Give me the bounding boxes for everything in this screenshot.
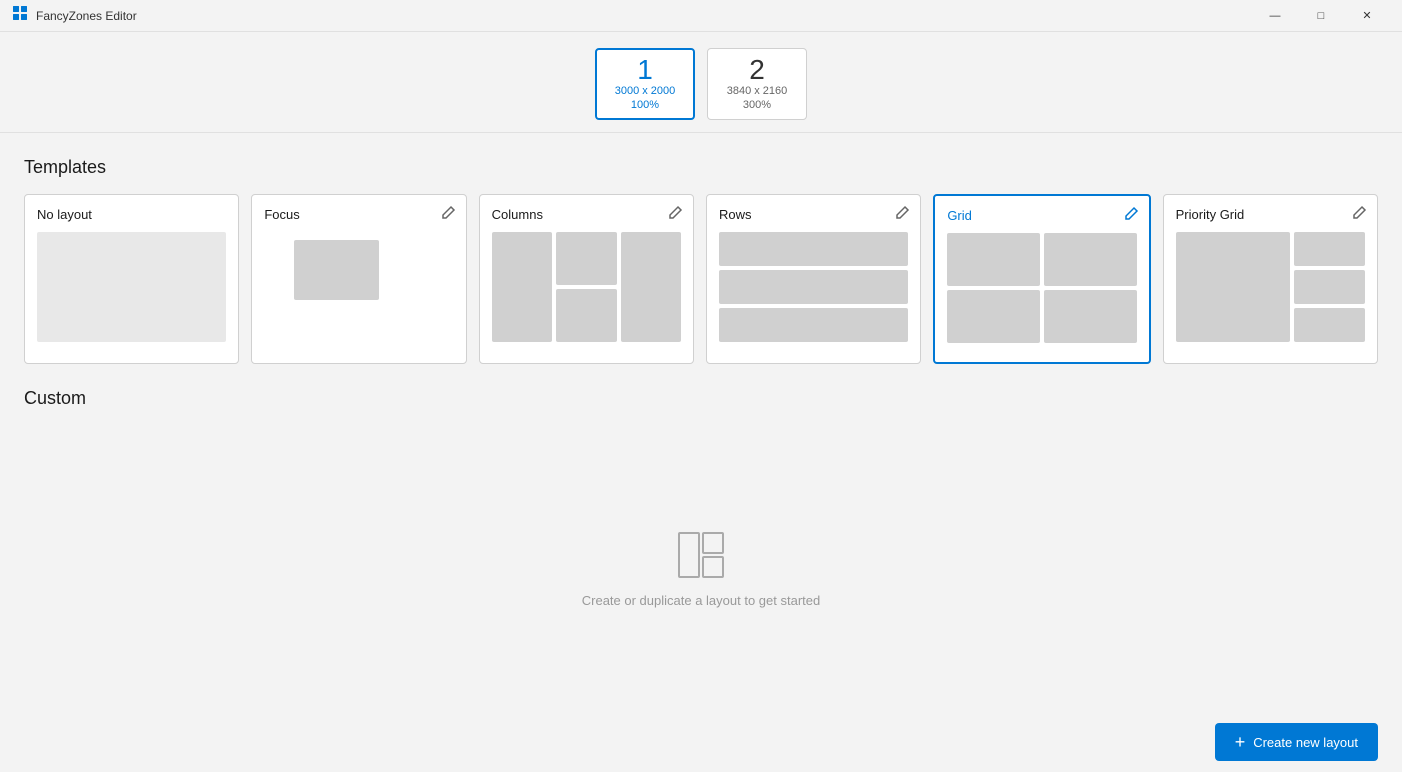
create-new-layout-button[interactable]: + Create new layout	[1215, 723, 1378, 761]
monitor-number-1: 1	[637, 56, 653, 84]
app-title: FancyZones Editor	[36, 9, 137, 23]
rows-zone-3	[719, 308, 908, 342]
columns-zone-1	[492, 232, 552, 342]
template-columns[interactable]: Columns	[479, 194, 694, 364]
templates-section: Templates No layout Focus	[24, 157, 1378, 364]
template-no-layout-preview	[37, 232, 226, 342]
templates-heading: Templates	[24, 157, 1378, 178]
maximize-button[interactable]: □	[1298, 0, 1344, 32]
focus-edit-icon[interactable]	[440, 205, 456, 221]
plus-icon: +	[1235, 733, 1246, 751]
template-focus-preview	[264, 232, 453, 342]
columns-zone-2b	[556, 289, 616, 342]
custom-empty-icon	[675, 529, 727, 581]
grid-cell-4	[1044, 290, 1137, 343]
monitor-selector: 1 3000 x 2000 100% 2 3840 x 2160 300%	[0, 32, 1402, 132]
rows-zone-2	[719, 270, 908, 304]
priority-grid-preview-area	[1176, 232, 1365, 342]
custom-empty-text: Create or duplicate a layout to get star…	[582, 593, 820, 608]
template-priority-grid[interactable]: Priority Grid	[1163, 194, 1378, 364]
window-controls: — □ ✕	[1252, 0, 1390, 32]
columns-zone-2a	[556, 232, 616, 285]
minimize-button[interactable]: —	[1252, 0, 1298, 32]
grid-cell-1	[947, 233, 1040, 286]
template-columns-title: Columns	[492, 207, 681, 222]
columns-preview-area	[492, 232, 681, 342]
custom-section: Custom Create or duplicate a layout to g…	[24, 388, 1378, 712]
template-grid-title: Grid	[947, 208, 1136, 223]
no-layout-zone	[37, 232, 226, 342]
priority-grid-cell-3	[1294, 308, 1365, 342]
template-priority-grid-preview	[1176, 232, 1365, 342]
template-grid[interactable]: Grid	[933, 194, 1150, 364]
rows-zone-1	[719, 232, 908, 266]
footer: + Create new layout	[0, 712, 1402, 772]
columns-group-2	[556, 232, 616, 342]
template-columns-preview	[492, 232, 681, 342]
priority-grid-main	[1176, 232, 1290, 342]
grid-preview-area	[947, 233, 1136, 343]
monitor-res-2: 3840 x 2160 300%	[727, 84, 788, 113]
template-grid-preview	[947, 233, 1136, 343]
priority-grid-cell-1	[1294, 232, 1365, 266]
priority-grid-right	[1294, 232, 1365, 342]
template-priority-grid-title: Priority Grid	[1176, 207, 1365, 222]
template-focus-title: Focus	[264, 207, 453, 222]
template-rows-preview	[719, 232, 908, 342]
monitor-number-2: 2	[749, 56, 765, 84]
grid-edit-icon[interactable]	[1123, 206, 1139, 222]
app-icon	[12, 5, 36, 26]
columns-edit-icon[interactable]	[667, 205, 683, 221]
focus-preview-area	[264, 232, 453, 342]
template-focus[interactable]: Focus	[251, 194, 466, 364]
rows-edit-icon[interactable]	[894, 205, 910, 221]
focus-main-zone	[294, 240, 379, 300]
monitor-card-2[interactable]: 2 3840 x 2160 300%	[707, 48, 807, 120]
titlebar: FancyZones Editor — □ ✕	[0, 0, 1402, 32]
template-rows-title: Rows	[719, 207, 908, 222]
monitor-card-1[interactable]: 1 3000 x 2000 100%	[595, 48, 695, 120]
grid-cell-3	[947, 290, 1040, 343]
template-rows[interactable]: Rows	[706, 194, 921, 364]
custom-heading: Custom	[24, 388, 1378, 409]
grid-cell-2	[1044, 233, 1137, 286]
columns-zone-3	[621, 232, 681, 342]
monitor-res-1: 3000 x 2000 100%	[615, 84, 676, 113]
priority-grid-cell-2	[1294, 270, 1365, 304]
main-content: Templates No layout Focus	[0, 133, 1402, 712]
custom-empty-state: Create or duplicate a layout to get star…	[24, 425, 1378, 712]
template-no-layout[interactable]: No layout	[24, 194, 239, 364]
rows-preview-area	[719, 232, 908, 342]
close-button[interactable]: ✕	[1344, 0, 1390, 32]
create-button-label: Create new layout	[1253, 735, 1358, 750]
templates-row: No layout Focus	[24, 194, 1378, 364]
priority-grid-edit-icon[interactable]	[1351, 205, 1367, 221]
template-no-layout-title: No layout	[37, 207, 226, 222]
